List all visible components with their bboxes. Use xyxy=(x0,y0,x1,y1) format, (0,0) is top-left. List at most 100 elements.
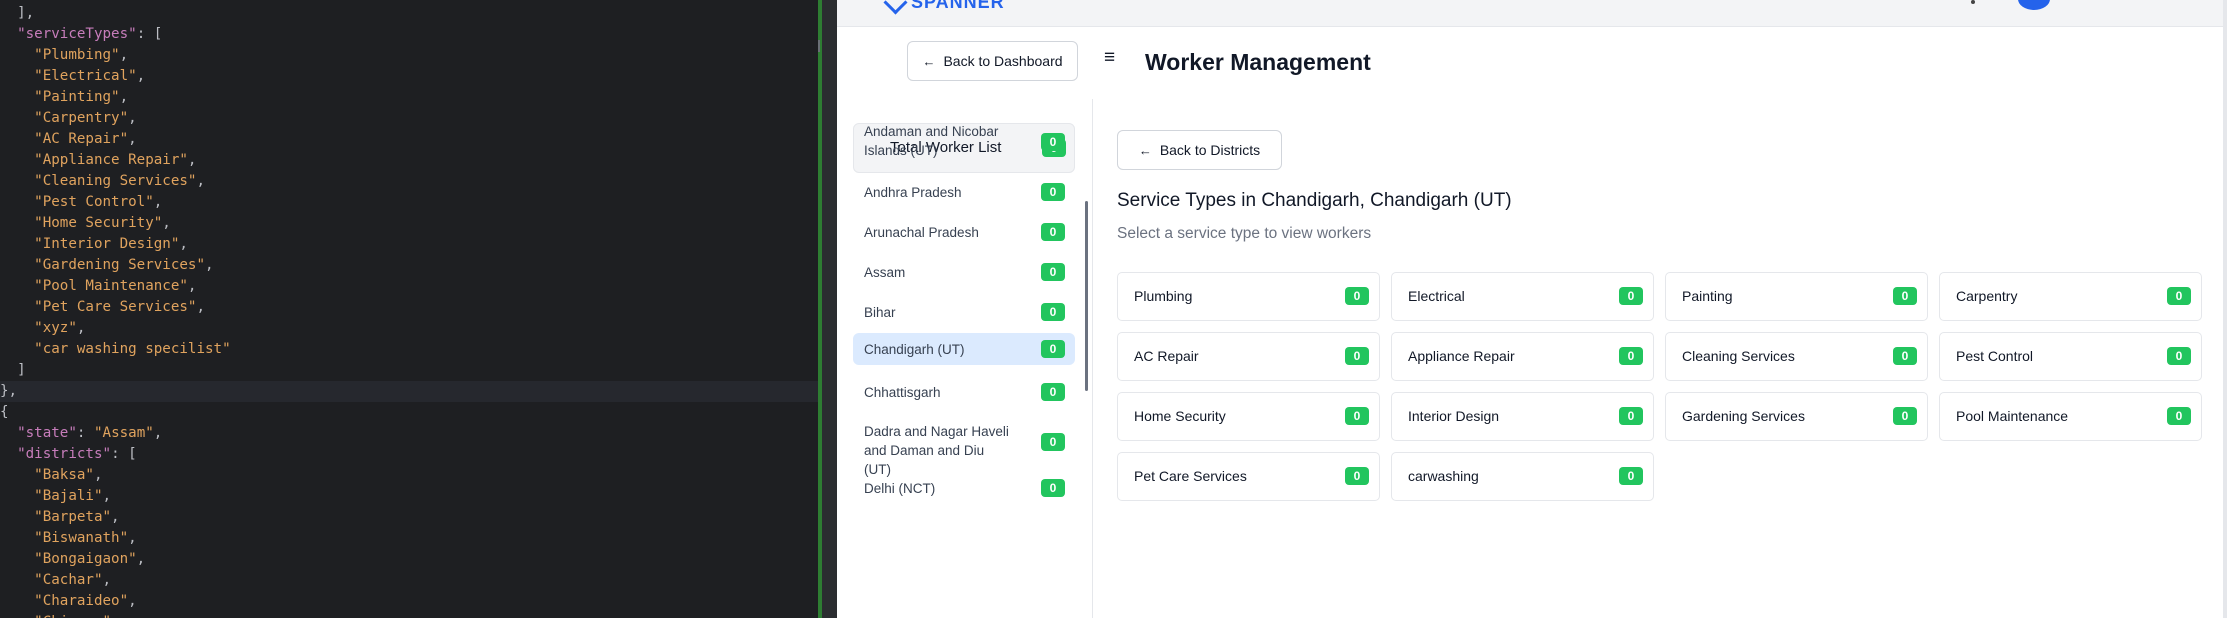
service-type-label: Gardening Services xyxy=(1682,408,1805,424)
sidebar-scrollbar[interactable] xyxy=(1085,201,1088,391)
code-line[interactable]: }, xyxy=(0,381,818,402)
code-line[interactable]: "Biswanath", xyxy=(0,528,818,549)
code-line[interactable]: "districts": [ xyxy=(0,444,818,465)
count-badge: 0 xyxy=(1041,479,1065,497)
menu-icon[interactable]: ≡ xyxy=(1104,47,1115,69)
sidebar-item-state[interactable]: Delhi (NCT) 0 xyxy=(853,472,1075,504)
count-badge: 0 xyxy=(1893,287,1917,305)
code-line[interactable]: ], xyxy=(0,3,818,24)
service-type-label: Appliance Repair xyxy=(1408,348,1515,364)
count-badge: 0 xyxy=(1619,287,1643,305)
sidebar-item-state[interactable]: Andaman and Nicobar Islands (UT) 0 xyxy=(853,116,1075,168)
count-badge: 0 xyxy=(2167,407,2191,425)
avatar[interactable] xyxy=(2018,0,2050,10)
service-type-card[interactable]: Painting 0 xyxy=(1665,272,1928,321)
code-line[interactable]: "Cachar", xyxy=(0,570,818,591)
brand-logo[interactable]: SPANNER xyxy=(911,0,1005,13)
state-label: Dadra and Nagar Haveli and Daman and Diu… xyxy=(864,424,1009,477)
count-badge: 0 xyxy=(1041,133,1065,151)
count-badge: 0 xyxy=(1041,303,1065,321)
back-to-dashboard-label: Back to Dashboard xyxy=(943,53,1063,69)
service-type-card[interactable]: Pest Control 0 xyxy=(1939,332,2202,381)
states-sidebar: Total Worker List 0 Andaman and Nicobar … xyxy=(837,99,1093,618)
service-type-card[interactable]: Plumbing 0 xyxy=(1117,272,1380,321)
code-line[interactable]: "Chirang", xyxy=(0,612,818,618)
code-line[interactable]: "Barpeta", xyxy=(0,507,818,528)
page-title: Worker Management xyxy=(1145,49,1371,75)
service-type-card[interactable]: Pool Maintenance 0 xyxy=(1939,392,2202,441)
window-edge xyxy=(2223,0,2227,618)
code-line[interactable]: "Home Security", xyxy=(0,213,818,234)
sidebar-item-state[interactable]: Dadra and Nagar Haveli and Daman and Diu… xyxy=(853,416,1075,477)
count-badge: 0 xyxy=(1619,407,1643,425)
count-badge: 0 xyxy=(1041,263,1065,281)
sidebar-item-state[interactable]: Chandigarh (UT) 0 xyxy=(853,333,1075,365)
service-type-card[interactable]: Appliance Repair 0 xyxy=(1391,332,1654,381)
notification-icon[interactable] xyxy=(1971,0,1975,4)
service-type-card[interactable]: Home Security 0 xyxy=(1117,392,1380,441)
code-line[interactable]: "state": "Assam", xyxy=(0,423,818,444)
state-label: Chandigarh (UT) xyxy=(864,342,965,357)
count-badge: 0 xyxy=(1893,347,1917,365)
count-badge: 0 xyxy=(2167,287,2191,305)
service-type-label: AC Repair xyxy=(1134,348,1199,364)
code-line[interactable]: "Pet Care Services", xyxy=(0,297,818,318)
service-type-card[interactable]: Electrical 0 xyxy=(1391,272,1654,321)
sidebar-item-state[interactable]: Assam 0 xyxy=(853,256,1075,288)
service-type-label: Plumbing xyxy=(1134,288,1193,304)
service-type-card[interactable]: AC Repair 0 xyxy=(1117,332,1380,381)
code-line[interactable]: "xyz", xyxy=(0,318,818,339)
code-line[interactable]: "AC Repair", xyxy=(0,129,818,150)
code-line[interactable]: "Plumbing", xyxy=(0,45,818,66)
code-line[interactable]: "Charaideo", xyxy=(0,591,818,612)
service-type-card[interactable]: Carpentry 0 xyxy=(1939,272,2202,321)
count-badge: 0 xyxy=(1619,467,1643,485)
service-type-label: Home Security xyxy=(1134,408,1226,424)
code-line[interactable]: "Baksa", xyxy=(0,465,818,486)
code-line[interactable]: "Pest Control", xyxy=(0,192,818,213)
code-line[interactable]: "Pool Maintenance", xyxy=(0,276,818,297)
back-to-dashboard-button[interactable]: ← Back to Dashboard xyxy=(907,41,1078,81)
code-line[interactable]: "Cleaning Services", xyxy=(0,171,818,192)
count-badge: 0 xyxy=(1345,407,1369,425)
count-badge: 0 xyxy=(1345,467,1369,485)
back-to-districts-button[interactable]: ← Back to Districts xyxy=(1117,130,1282,170)
code-editor[interactable]: ], "serviceTypes": [ "Plumbing", "Electr… xyxy=(0,0,818,618)
sidebar-item-state[interactable]: Bihar 0 xyxy=(853,296,1075,328)
service-type-label: Interior Design xyxy=(1408,408,1500,424)
sidebar-item-state[interactable]: Andhra Pradesh 0 xyxy=(853,176,1075,208)
code-line[interactable]: ] xyxy=(0,360,818,381)
code-line[interactable]: "Appliance Repair", xyxy=(0,150,818,171)
service-type-card[interactable]: Cleaning Services 0 xyxy=(1665,332,1928,381)
service-type-card[interactable]: Gardening Services 0 xyxy=(1665,392,1928,441)
code-line[interactable]: "Carpentry", xyxy=(0,108,818,129)
state-label: Assam xyxy=(864,265,906,280)
page-header: ← Back to Dashboard ≡ Worker Management xyxy=(837,27,2227,100)
service-type-card[interactable]: carwashing 0 xyxy=(1391,452,1654,501)
code-line[interactable]: "Bongaigaon", xyxy=(0,549,818,570)
count-badge: 0 xyxy=(2167,347,2191,365)
service-type-label: Carpentry xyxy=(1956,288,2018,304)
code-line[interactable]: "Electrical", xyxy=(0,66,818,87)
code-line[interactable]: "Painting", xyxy=(0,87,818,108)
code-line[interactable]: "Bajali", xyxy=(0,486,818,507)
sidebar-item-state[interactable]: Chhattisgarh 0 xyxy=(853,376,1075,408)
code-line[interactable]: "car washing specilist" xyxy=(0,339,818,360)
service-type-label: Cleaning Services xyxy=(1682,348,1795,364)
section-title: Service Types in Chandigarh, Chandigarh … xyxy=(1117,190,1512,211)
arrow-left-icon: ← xyxy=(922,53,936,69)
code-line[interactable]: "serviceTypes": [ xyxy=(0,24,818,45)
code-line[interactable]: "Gardening Services", xyxy=(0,255,818,276)
count-badge: 0 xyxy=(1619,347,1643,365)
worker-management-app: SPANNER ← Back to Dashboard ≡ Worker Man… xyxy=(837,0,2227,618)
count-badge: 0 xyxy=(1345,287,1369,305)
service-type-card[interactable]: Interior Design 0 xyxy=(1391,392,1654,441)
sidebar-item-state[interactable]: Arunachal Pradesh 0 xyxy=(853,216,1075,248)
code-line[interactable]: "Interior Design", xyxy=(0,234,818,255)
service-type-card[interactable]: Pet Care Services 0 xyxy=(1117,452,1380,501)
count-badge: 0 xyxy=(1041,340,1065,358)
service-type-label: Painting xyxy=(1682,288,1733,304)
state-label: Delhi (NCT) xyxy=(864,481,936,496)
service-type-label: Electrical xyxy=(1408,288,1465,304)
code-line[interactable]: { xyxy=(0,402,818,423)
